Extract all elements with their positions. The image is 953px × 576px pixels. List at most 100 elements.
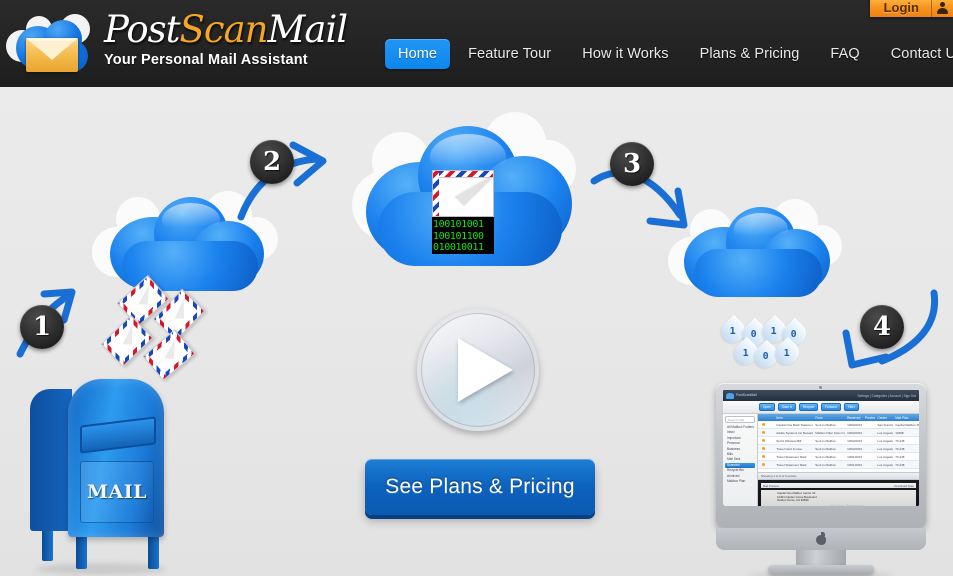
table-row[interactable]: Travel Statement Mark Sent to Mailbox 10… <box>758 453 919 461</box>
site-logo[interactable]: PostScanMail Your Personal Mail Assistan… <box>4 2 348 84</box>
app-topbar-account-links[interactable]: Settings | Categories | Account | Sign O… <box>858 394 916 398</box>
table-row[interactable]: Capital One Bank Statement Sent to Mailb… <box>758 421 919 429</box>
mailbox-panel: MAIL <box>80 461 154 523</box>
cell-plan: 70,448 <box>895 446 905 451</box>
column-header-received[interactable]: Received <box>845 416 863 420</box>
app-toolbar: Open Scan It Recycle Forward Filter <box>723 401 919 414</box>
airmail-envelope-icon <box>432 170 494 217</box>
step-badge-4: 4 <box>860 305 904 349</box>
user-account-button[interactable] <box>931 0 953 17</box>
main-navigation: Home Feature Tour How it Works Plans & P… <box>385 39 953 69</box>
logo-word-post: Post <box>104 8 181 51</box>
nav-item-how-it-works[interactable]: How it Works <box>569 39 681 69</box>
binary-row-2: 100101100 <box>433 230 484 242</box>
column-header-preview[interactable]: Preview <box>863 416 876 420</box>
binary-droplets: 1 0 1 0 1 0 1 <box>716 314 822 373</box>
cell-item: Travel Statement Mark <box>776 462 807 467</box>
binary-data-block: 100101001 100101100 010010011 <box>432 217 494 254</box>
hero-stage: 100101001 100101100 010010011 MAIL 1 0 1… <box>0 87 953 576</box>
cell-center: Los Angeles <box>877 454 894 459</box>
nav-item-plans-pricing[interactable]: Plans & Pricing <box>687 39 813 69</box>
app-toolbar-button[interactable]: Forward <box>821 403 841 411</box>
scan-watermark: Mailbox Envelope <box>829 503 864 506</box>
imac-monitor: PostScanMail Settings | Categories | Acc… <box>716 383 926 576</box>
table-row[interactable]: Travel Card Invoice Sent to Mailbox 10/0… <box>758 445 919 453</box>
cell-from: Sent to Mailbox <box>815 438 836 443</box>
monitor-screen: PostScanMail Settings | Categories | Acc… <box>723 390 919 506</box>
video-play-button[interactable] <box>417 309 539 431</box>
mailbox-label: MAIL <box>86 481 148 503</box>
cell-plan: 70,448 <box>895 454 905 459</box>
airmail-stripe-top <box>433 171 493 177</box>
table-row[interactable]: Travel Statement Mark Sent to Mailbox 10… <box>758 461 919 469</box>
app-search-input[interactable]: Search mail <box>725 416 755 423</box>
table-footer-text: Showing 1 to 6 of 6 entries <box>761 474 797 478</box>
app-logo-icon <box>726 392 734 399</box>
cell-from: Sent to Mailbox <box>815 446 836 451</box>
nav-item-home[interactable]: Home <box>385 39 451 69</box>
cell-item: Travel Statement Mark <box>776 454 807 459</box>
mailbox-graphic: MAIL <box>30 377 170 575</box>
table-row[interactable]: Adobe Systems Inc Receipt - Oct... Mailb… <box>758 429 919 437</box>
cell-plan: Capital Mailbox Plan <box>895 422 919 427</box>
droplet-digit: 0 <box>750 328 758 340</box>
cell-plan: 70,448 <box>895 438 905 443</box>
cell-from: Sent to Mailbox <box>815 454 836 459</box>
preview-title: Mail Preview <box>763 483 779 488</box>
app-toolbar-button[interactable]: Open <box>759 403 775 411</box>
cell-received: 10/02/2013 <box>847 446 863 451</box>
login-button[interactable]: Login <box>869 0 931 17</box>
step-badge-2: 2 <box>250 140 294 184</box>
droplet-digit: 1 <box>729 325 737 337</box>
cell-center: Los Angeles <box>877 430 894 435</box>
cell-center: Los Angeles <box>877 438 894 443</box>
monitor-bezel: PostScanMail Settings | Categories | Acc… <box>716 383 926 528</box>
see-plans-pricing-button[interactable]: See Plans & Pricing <box>365 459 595 515</box>
binary-row-3: 010010011 <box>433 242 484 253</box>
app-topbar-title: PostScanMail <box>736 393 757 397</box>
scanned-mail-graphic: 100101001 100101100 010010011 <box>432 170 494 254</box>
play-icon <box>457 338 513 402</box>
nav-item-faq[interactable]: FAQ <box>817 39 872 69</box>
cell-from: Sent to Mailbox <box>815 422 836 427</box>
droplet-digit: 0 <box>790 328 798 340</box>
column-header-item[interactable]: Item <box>774 416 813 420</box>
step-badge-1: 1 <box>20 305 64 349</box>
cell-center: Los Angeles <box>877 462 894 467</box>
app-toolbar-button[interactable]: Recycle <box>798 403 819 411</box>
user-icon <box>936 2 949 15</box>
droplet-digit: 1 <box>742 347 750 359</box>
cell-received: 10/01/2013 <box>847 462 863 467</box>
column-header-plan[interactable]: Mail Plan <box>893 416 919 420</box>
envelope-icon <box>26 38 78 72</box>
step-badge-3: 3 <box>610 142 654 186</box>
download-scan-button[interactable]: Download Scan <box>894 484 916 488</box>
cell-received: 10/01/2013 <box>847 454 863 459</box>
cell-item: Sprint Wireless Bill <box>776 438 802 443</box>
column-header-from[interactable]: From <box>813 416 845 420</box>
site-header: PostScanMail Your Personal Mail Assistan… <box>0 0 953 87</box>
scanned-envelope-image: Capital One Mailbox Center 30 12401 Gard… <box>761 490 916 506</box>
table-row[interactable]: Sprint Wireless Bill Sent to Mailbox 10/… <box>758 437 919 445</box>
cell-center: San Francisco <box>877 422 893 427</box>
app-toolbar-button[interactable]: Filter <box>843 403 859 411</box>
app-mail-preview: Mail Preview Download Scan Capital One M… <box>758 480 919 506</box>
logo-wordmark: PostScanMail <box>104 8 348 51</box>
nav-item-contact-us[interactable]: Contact Us <box>878 39 953 69</box>
droplet-digit: 1 <box>770 325 778 337</box>
cell-from: Mailbox Filter Scan Completed <box>815 430 846 435</box>
apple-logo-icon <box>816 532 826 545</box>
column-header-center[interactable]: Center <box>875 416 893 420</box>
binary-row-1: 100101001 <box>433 219 484 230</box>
app-mail-table: Item From Received Preview Center Mail P… <box>758 414 919 472</box>
login-area: Login <box>869 0 953 17</box>
logo-word-scan: Scan <box>179 8 269 51</box>
droplet-digit: 1 <box>783 347 791 359</box>
nav-item-feature-tour[interactable]: Feature Tour <box>455 39 564 69</box>
cell-item: Capital One Bank Statement <box>776 422 814 427</box>
cloud-envelope-logo-icon <box>6 12 98 74</box>
cta-label: See Plans & Pricing <box>385 475 575 498</box>
app-toolbar-button[interactable]: Scan It <box>777 403 796 411</box>
envelope-fold-line <box>437 177 493 211</box>
droplet-digit: 0 <box>762 350 770 362</box>
